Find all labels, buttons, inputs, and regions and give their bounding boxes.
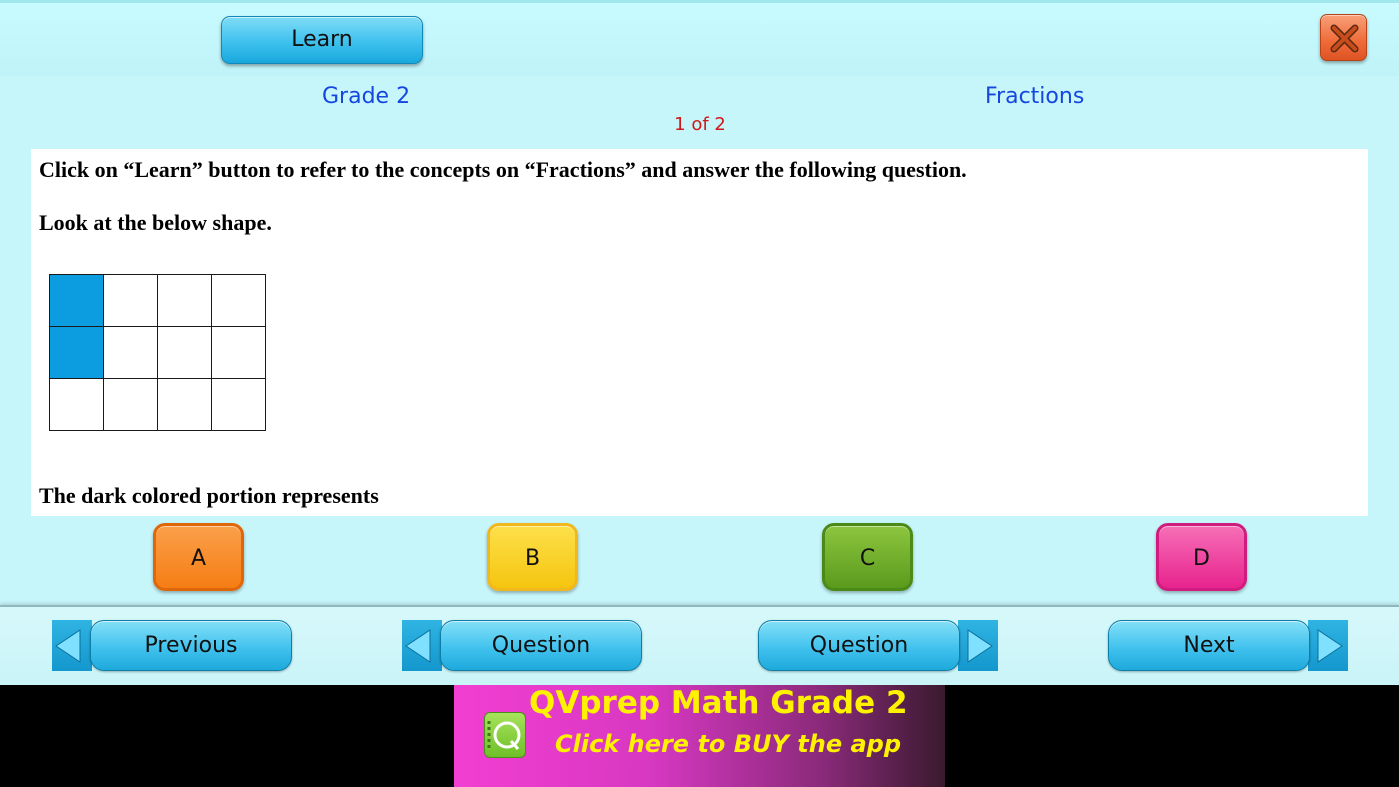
option-b-button[interactable]: B <box>487 523 578 591</box>
question-counter: 1 of 2 <box>674 114 726 135</box>
learn-button[interactable]: Learn <box>221 16 423 64</box>
grid-cell <box>211 274 266 327</box>
next-label: Next <box>1108 620 1310 671</box>
next-question-label: Question <box>758 620 960 671</box>
qvprep-notebook-icon <box>484 712 526 758</box>
option-c-button[interactable]: C <box>822 523 913 591</box>
grid-cell <box>157 274 212 327</box>
previous-question-label: Question <box>440 620 642 671</box>
question-text: The dark colored portion represents <box>39 483 379 508</box>
grid-cell <box>211 326 266 379</box>
grid-cell <box>103 378 158 431</box>
fraction-grid <box>49 274 266 431</box>
option-a-button[interactable]: A <box>153 523 244 591</box>
top-toolbar: Learn <box>0 0 1399 76</box>
next-question-button[interactable]: Question <box>758 620 998 671</box>
grid-cell <box>157 326 212 379</box>
grade-label: Grade 2 <box>322 84 411 109</box>
close-x-icon <box>1330 24 1359 53</box>
grid-cell-shaded <box>49 274 104 327</box>
grid-cell-shaded <box>49 326 104 379</box>
left-arrow-icon <box>52 620 92 671</box>
question-panel: Click on “Learn” button to refer to the … <box>31 149 1368 516</box>
previous-question-button[interactable]: Question <box>402 620 642 671</box>
close-button[interactable] <box>1320 14 1367 61</box>
grid-cell <box>103 326 158 379</box>
grid-cell <box>49 378 104 431</box>
grid-cell <box>211 378 266 431</box>
previous-button[interactable]: Previous <box>52 620 292 671</box>
ad-title: QVprep Math Grade 2 <box>529 685 908 721</box>
buy-app-banner[interactable]: QVprep Math Grade 2 Click here to BUY th… <box>454 685 945 787</box>
instruction-text: Click on “Learn” button to refer to the … <box>39 157 967 182</box>
right-arrow-icon <box>958 620 998 671</box>
grid-cell <box>157 378 212 431</box>
prompt-text: Look at the below shape. <box>39 210 272 235</box>
grid-cell <box>103 274 158 327</box>
ad-subtitle: Click here to BUY the app <box>555 730 902 758</box>
next-button[interactable]: Next <box>1108 620 1348 671</box>
previous-label: Previous <box>90 620 292 671</box>
option-d-button[interactable]: D <box>1156 523 1247 591</box>
right-arrow-icon <box>1308 620 1348 671</box>
topic-label: Fractions <box>985 84 1085 109</box>
left-arrow-icon <box>402 620 442 671</box>
